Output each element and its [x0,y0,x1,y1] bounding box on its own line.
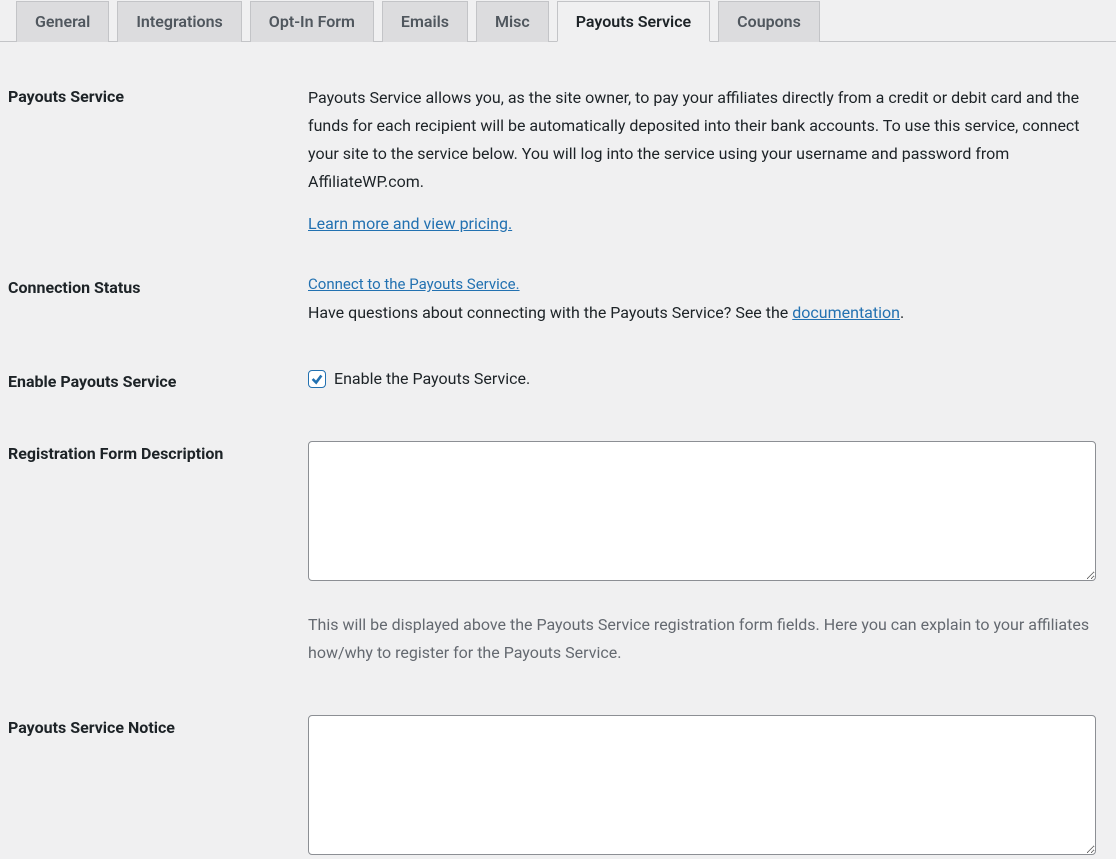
row-payouts-service: Payouts Service Payouts Service allows y… [8,42,1108,233]
row-payouts-notice: Payouts Service Notice [8,667,1108,859]
tab-integrations[interactable]: Integrations [117,1,241,42]
payouts-notice-textarea[interactable] [308,715,1096,855]
check-icon [310,372,324,386]
connection-help-suffix: . [900,303,904,322]
payouts-service-description: Payouts Service allows you, as the site … [308,84,1096,196]
connection-help-text: Have questions about connecting with the… [308,299,1096,327]
tab-misc[interactable]: Misc [476,1,549,42]
enable-payouts-checkbox-label[interactable]: Enable the Payouts Service. [334,369,530,388]
tab-payouts-service[interactable]: Payouts Service [557,1,710,42]
enable-payouts-checkbox[interactable] [308,370,326,388]
tab-emails[interactable]: Emails [382,1,468,42]
row-connection-status: Connection Status Connect to the Payouts… [8,233,1108,327]
label-payouts-service: Payouts Service [8,86,308,108]
label-connection-status: Connection Status [8,277,308,299]
row-enable-payouts: Enable Payouts Service Enable the Payout… [8,327,1108,393]
label-enable-payouts: Enable Payouts Service [8,371,308,393]
documentation-link[interactable]: documentation [792,303,900,322]
label-payouts-notice: Payouts Service Notice [8,717,308,739]
tab-coupons[interactable]: Coupons [718,1,820,42]
tab-general[interactable]: General [16,1,109,42]
registration-description-textarea[interactable] [308,441,1096,581]
connect-service-link[interactable]: Connect to the Payouts Service. [308,275,520,293]
tabs-nav: General Integrations Opt-In Form Emails … [0,0,1116,42]
tab-opt-in-form[interactable]: Opt-In Form [250,1,374,42]
connection-help-prefix: Have questions about connecting with the… [308,303,792,322]
row-registration-description: Registration Form Description This will … [8,393,1108,667]
settings-form: Payouts Service Payouts Service allows y… [0,42,1116,859]
label-registration-description: Registration Form Description [8,443,308,465]
registration-description-help: This will be displayed above the Payouts… [308,611,1096,667]
learn-more-link[interactable]: Learn more and view pricing. [308,214,512,233]
